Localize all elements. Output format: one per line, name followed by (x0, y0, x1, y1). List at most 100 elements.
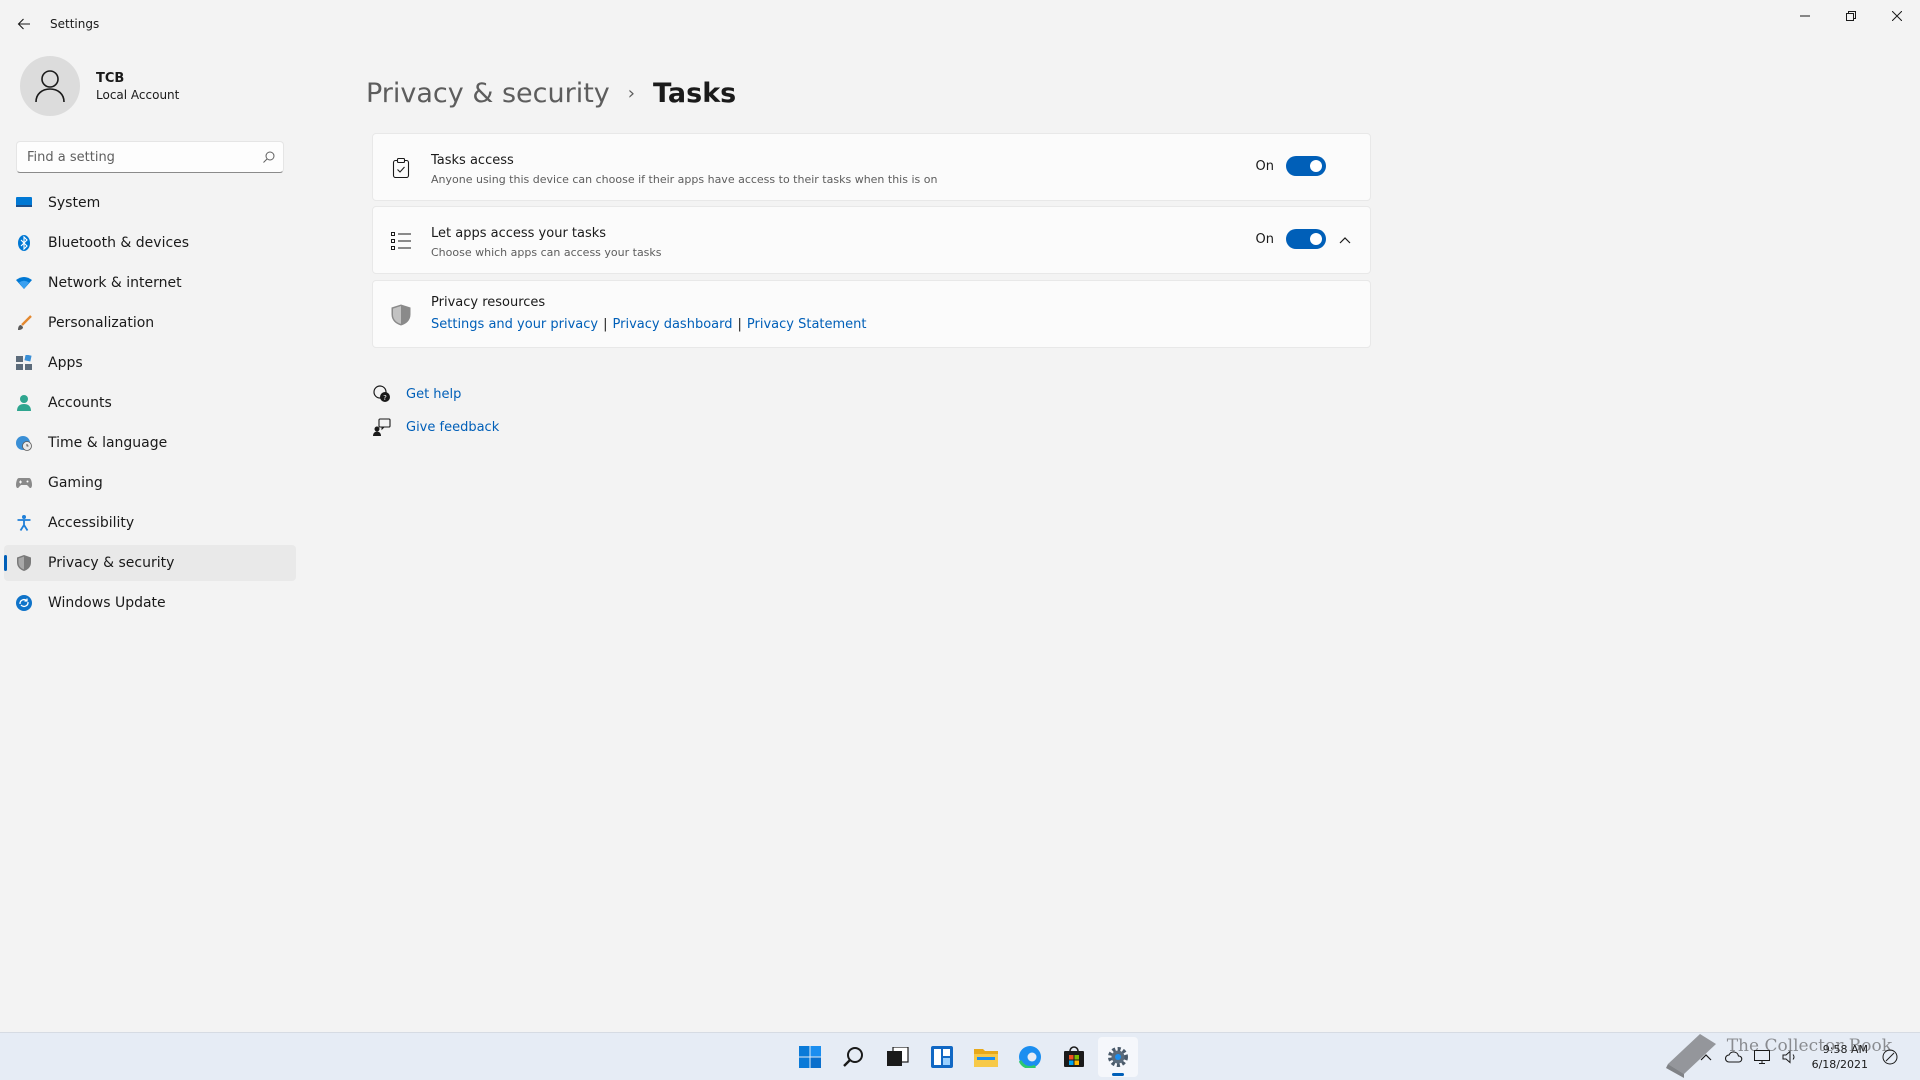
toggle-state-label: On (1255, 158, 1274, 174)
toggle-knob (1310, 160, 1322, 172)
get-help-icon: ? (372, 384, 392, 404)
search-icon[interactable] (834, 1037, 874, 1077)
person-outline-icon (35, 70, 65, 103)
sidebar-item-time-language[interactable]: Time & language (4, 425, 296, 461)
shield-icon (16, 555, 32, 571)
back-button[interactable] (12, 12, 36, 36)
feedback-icon (372, 417, 392, 437)
person-icon (16, 395, 32, 411)
get-help-label: Get help (406, 386, 462, 402)
privacy-dashboard-link[interactable]: Privacy dashboard (613, 317, 733, 332)
task-clipboard-icon (391, 158, 411, 178)
app-title: Settings (50, 17, 100, 31)
settings-and-privacy-link[interactable]: Settings and your privacy (431, 317, 598, 332)
tasks-access-toggle[interactable] (1286, 156, 1326, 176)
paintbrush-icon (16, 315, 32, 331)
give-feedback-link[interactable]: Give feedback (372, 417, 499, 437)
get-help-link[interactable]: ? Get help (372, 384, 461, 404)
privacy-statement-link[interactable]: Privacy Statement (747, 317, 867, 332)
task-view-icon[interactable] (878, 1037, 918, 1077)
sidebar-item-apps[interactable]: Apps (4, 345, 296, 381)
breadcrumb-parent[interactable]: Privacy & security (366, 78, 610, 109)
give-feedback-label: Give feedback (406, 419, 500, 435)
edge-icon[interactable] (1010, 1037, 1050, 1077)
bluetooth-icon (16, 235, 32, 251)
system-tray: 9:58 AM 6/18/2021 (1692, 1033, 1904, 1080)
arrow-left-icon (17, 18, 30, 30)
minimize-icon (1800, 15, 1810, 17)
toggle-state-label: On (1255, 231, 1274, 247)
sidebar-item-label: Windows Update (48, 595, 166, 611)
taskbar-apps (788, 1033, 1140, 1080)
apps-access-toggle[interactable] (1286, 229, 1326, 249)
search-input[interactable] (17, 149, 255, 165)
sidebar-item-label: Bluetooth & devices (48, 235, 190, 251)
sidebar-item-label: Gaming (48, 475, 103, 491)
apps-access-card[interactable]: Let apps access your tasks Choose which … (372, 206, 1371, 274)
user-profile[interactable]: TCB Local Account (20, 56, 179, 116)
update-icon (16, 595, 32, 611)
tasks-access-toggle-group: On (1256, 156, 1326, 176)
sidebar-item-label: Personalization (48, 315, 155, 331)
breadcrumb-separator: › (627, 83, 635, 104)
file-explorer-icon[interactable] (966, 1037, 1006, 1077)
task-list-icon (391, 231, 411, 251)
monitor-icon (16, 195, 32, 211)
restore-button[interactable] (1828, 0, 1874, 32)
settings-icon[interactable] (1098, 1037, 1138, 1077)
sidebar-item-privacy-security[interactable]: Privacy & security (4, 545, 296, 581)
search-icon[interactable] (255, 151, 283, 163)
sidebar-item-label: System (48, 195, 101, 211)
privacy-resources-card: Privacy resources Settings and your priv… (372, 280, 1371, 348)
sidebar-item-label: Time & language (48, 435, 168, 451)
profile-account-type: Local Account (96, 87, 180, 102)
window-controls (1782, 0, 1920, 32)
store-icon[interactable] (1054, 1037, 1094, 1077)
sidebar-item-personalization[interactable]: Personalization (4, 305, 296, 341)
apps-access-toggle-group: On (1256, 229, 1326, 249)
clock-date: 6/18/2021 (1811, 1058, 1868, 1071)
toggle-knob (1310, 233, 1322, 245)
widgets-icon[interactable] (922, 1037, 962, 1077)
windows-start-icon[interactable] (790, 1037, 830, 1077)
sidebar-item-label: Accessibility (48, 515, 135, 531)
svg-text:?: ? (383, 394, 387, 402)
privacy-resources-title: Privacy resources (431, 295, 546, 310)
sidebar-item-label: Apps (48, 355, 83, 371)
tasks-access-description: Anyone using this device can choose if t… (431, 173, 938, 186)
network-icon[interactable] (1751, 1046, 1773, 1068)
minimize-button[interactable] (1782, 0, 1828, 32)
avatar (20, 56, 80, 116)
link-separator: | (737, 317, 742, 332)
sidebar-item-label: Network & internet (48, 275, 182, 291)
tasks-access-card: Tasks access Anyone using this device ca… (372, 133, 1371, 201)
wifi-icon (16, 275, 32, 291)
cloud-icon[interactable] (1723, 1046, 1745, 1068)
sidebar-item-network-internet[interactable]: Network & internet (4, 265, 296, 301)
sidebar-item-label: Accounts (48, 395, 112, 411)
chevron-up-icon[interactable] (1338, 233, 1352, 247)
page-title: Tasks (652, 78, 737, 109)
volume-icon[interactable] (1779, 1046, 1801, 1068)
apps-access-description: Choose which apps can access your tasks (431, 246, 662, 259)
close-button[interactable] (1874, 0, 1920, 32)
clock-time: 9:58 AM (1822, 1043, 1868, 1056)
close-icon (1892, 11, 1902, 21)
sidebar-item-windows-update[interactable]: Windows Update (4, 585, 296, 621)
shield-icon (391, 304, 411, 326)
title-bar: Settings (0, 0, 1920, 48)
search-box (16, 141, 284, 173)
sidebar-item-bluetooth-devices[interactable]: Bluetooth & devices (4, 225, 296, 261)
gamepad-icon (16, 475, 32, 491)
sidebar-item-accounts[interactable]: Accounts (4, 385, 296, 421)
sidebar-nav: System Bluetooth & devices Network & int… (4, 185, 296, 625)
tasks-access-title: Tasks access (431, 153, 514, 168)
globe-clock-icon (16, 435, 32, 451)
notification-icon[interactable] (1879, 1046, 1901, 1068)
sidebar-item-system[interactable]: System (4, 185, 296, 221)
sidebar-item-accessibility[interactable]: Accessibility (4, 505, 296, 541)
clock[interactable]: 9:58 AM 6/18/2021 (1812, 1042, 1868, 1072)
privacy-links: Settings and your privacy | Privacy dash… (431, 317, 867, 332)
sidebar-item-gaming[interactable]: Gaming (4, 465, 296, 501)
sidebar-item-label: Privacy & security (48, 555, 175, 571)
